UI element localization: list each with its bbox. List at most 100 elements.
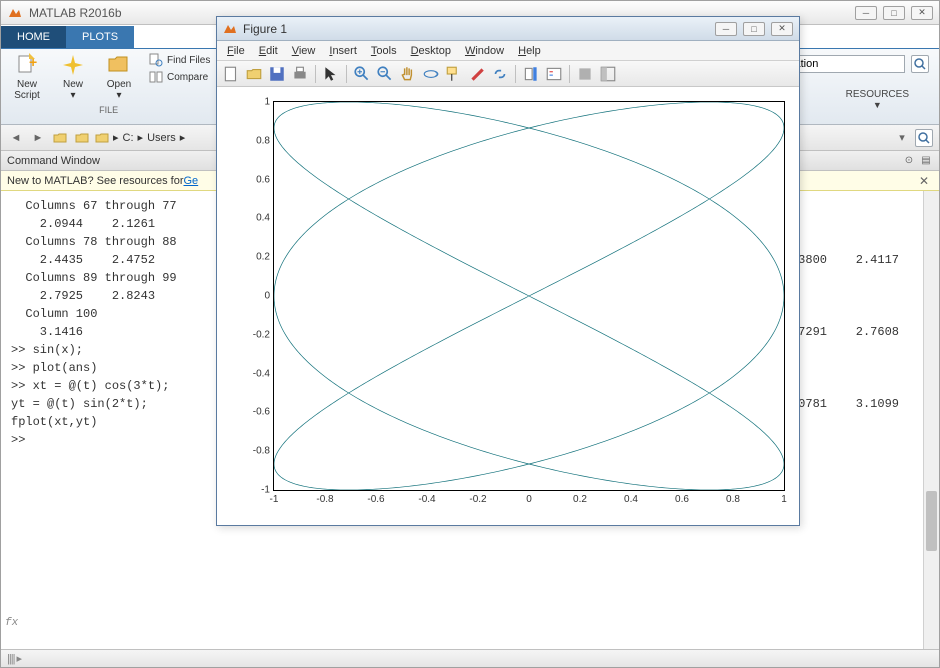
y-tick-label: 0.6 [240,174,270,185]
menu-insert[interactable]: Insert [323,43,363,59]
minimize-button[interactable]: ─ [855,6,877,20]
arrow-cursor-icon [322,65,340,83]
compare-button[interactable]: Compare [149,70,210,84]
menu-help[interactable]: Help [512,43,547,59]
save-icon [268,65,286,83]
y-tick-label: 0.2 [240,252,270,263]
panel-menu-button[interactable]: ⊙ [902,154,916,168]
x-tick-label: 0.4 [624,494,638,505]
legend-icon [545,65,563,83]
tab-plots[interactable]: PLOTS [66,26,134,48]
y-tick-label: -0.2 [240,329,270,340]
rotate-3d-icon [422,65,440,83]
zoom-in-button[interactable] [352,64,372,84]
doc-search-button[interactable] [911,55,929,73]
figure-minimize-button[interactable]: ─ [715,22,737,36]
menu-file[interactable]: File [221,43,251,59]
path-search-button[interactable] [915,129,933,147]
svg-text:+: + [29,54,37,70]
statusbar-grip: |||| ▸ [7,652,21,665]
close-button[interactable]: ✕ [911,6,933,20]
nav-up-button[interactable] [51,129,69,147]
folder-icon [75,131,89,145]
open-folder-icon [107,53,131,77]
axes[interactable]: -1-0.8-0.6-0.4-0.200.20.40.60.81-1-0.8-0… [273,101,785,491]
nav-back-button[interactable]: ◄ [7,129,25,147]
print-icon [291,65,309,83]
scroll-thumb[interactable] [926,491,937,551]
file-group-label: FILE [99,105,118,115]
figure-canvas[interactable]: -1-0.8-0.6-0.4-0.200.20.40.60.81-1-0.8-0… [217,87,799,525]
menu-desktop[interactable]: Desktop [405,43,457,59]
resources-group[interactable]: RESOURCES ▼ [846,89,909,110]
x-tick-label: 0.6 [675,494,689,505]
pan-button[interactable] [398,64,418,84]
link-icon [491,65,509,83]
vertical-scrollbar[interactable] [923,191,939,649]
x-tick-label: 0.8 [726,494,740,505]
find-files-label: Find Files [167,55,210,66]
edit-plot-button[interactable] [321,64,341,84]
menu-view[interactable]: View [286,43,322,59]
path-drive[interactable]: C: [123,132,134,144]
new-button[interactable]: New▾ [53,53,93,101]
fx-indicator[interactable]: fx [5,617,18,629]
new-label: New▾ [63,79,83,101]
compare-icon [149,70,163,84]
menu-window[interactable]: Window [459,43,510,59]
nav-history-button[interactable] [73,129,91,147]
hint-link[interactable]: Ge [183,175,198,187]
figure-menubar: File Edit View Insert Tools Desktop Wind… [217,41,799,61]
figure-window: Figure 1 ─ □ ✕ File Edit View Insert Too… [216,16,800,526]
tab-home[interactable]: HOME [1,26,66,48]
zoom-in-icon [353,65,371,83]
link-button[interactable] [490,64,510,84]
menu-edit[interactable]: Edit [253,43,284,59]
x-tick-label: -0.2 [469,494,486,505]
maximize-button[interactable]: □ [883,6,905,20]
path-users[interactable]: Users [147,132,176,144]
folder-icon [95,131,109,145]
new-script-button[interactable]: + New Script [7,53,47,101]
open-button[interactable]: Open▾ [99,53,139,101]
figure-titlebar[interactable]: Figure 1 ─ □ ✕ [217,17,799,41]
insert-colorbar-button[interactable] [521,64,541,84]
open-figure-button[interactable] [244,64,264,84]
path-breadcrumb[interactable]: ▸ C: ▸ Users ▸ [95,131,185,145]
y-tick-label: 0.4 [240,213,270,224]
path-dropdown-button[interactable]: ▾ [893,129,911,147]
hint-close-button[interactable]: ✕ [915,174,933,188]
print-button[interactable] [290,64,310,84]
menu-tools[interactable]: Tools [365,43,403,59]
figure-close-button[interactable]: ✕ [771,22,793,36]
new-script-icon: + [15,53,39,77]
y-tick-label: -1 [240,485,270,496]
insert-legend-button[interactable] [544,64,564,84]
y-tick-label: -0.4 [240,368,270,379]
x-tick-label: -0.4 [418,494,435,505]
hide-tools-button[interactable] [575,64,595,84]
new-figure-button[interactable] [221,64,241,84]
data-cursor-button[interactable] [444,64,464,84]
save-figure-button[interactable] [267,64,287,84]
brush-button[interactable] [467,64,487,84]
panel-layout-button[interactable]: ▤ [919,154,933,168]
open-folder-icon [245,65,263,83]
hide-icon [576,65,594,83]
nav-forward-button[interactable]: ► [29,129,47,147]
dock-button[interactable] [598,64,618,84]
data-cursor-icon [445,65,463,83]
figure-maximize-button[interactable]: □ [743,22,765,36]
matlab-logo-icon [223,22,237,36]
x-tick-label: 1 [781,494,787,505]
x-tick-label: -1 [270,494,279,505]
compare-label: Compare [167,72,208,83]
colorbar-icon [522,65,540,83]
command-window-title: Command Window [7,155,100,167]
x-tick-label: -0.8 [316,494,333,505]
rotate-button[interactable] [421,64,441,84]
zoom-out-button[interactable] [375,64,395,84]
find-files-button[interactable]: Find Files [149,53,210,67]
x-tick-label: 0.2 [573,494,587,505]
lissajous-curve [274,102,784,490]
